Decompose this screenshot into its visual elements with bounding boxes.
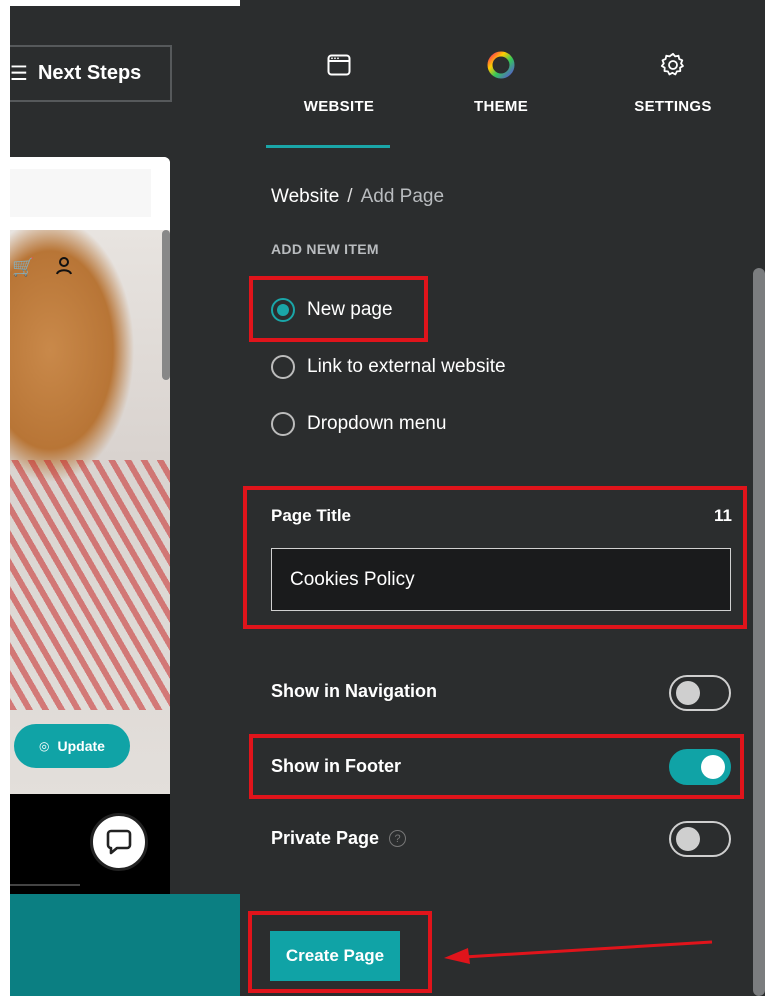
chat-button[interactable] [90, 813, 148, 871]
cart-icon[interactable]: 🛒 [12, 257, 34, 287]
option-dropdown-menu[interactable]: Dropdown menu [271, 412, 446, 436]
tab-theme[interactable]: THEME [426, 0, 576, 150]
option-new-page-label: New page [307, 299, 393, 320]
site-preview[interactable]: 🛒 ◎ Update [10, 157, 170, 797]
gear-icon [660, 50, 686, 80]
option-new-page[interactable]: New page [271, 298, 393, 322]
private-page-label: Private Page [271, 828, 380, 848]
radio-button[interactable] [271, 412, 295, 436]
option-dropdown-menu-label: Dropdown menu [307, 413, 447, 434]
page-title-char-count: 11 [714, 506, 732, 525]
editor-preview-area: ☰ Next Steps 🛒 ◎ Update [10, 6, 240, 996]
color-wheel-icon [486, 50, 516, 80]
tab-website[interactable]: WEBSITE [264, 0, 414, 150]
radio-button-selected[interactable] [271, 298, 295, 322]
tab-theme-label: THEME [474, 98, 528, 115]
show-in-navigation-toggle[interactable] [669, 675, 731, 711]
user-icon[interactable] [56, 257, 73, 287]
breadcrumb-current: Add Page [360, 186, 445, 207]
radio-button[interactable] [271, 355, 295, 379]
add-new-item-heading: ADD NEW ITEM [271, 241, 379, 257]
page-title-input[interactable] [271, 548, 731, 611]
preview-nav-icons: 🛒 [10, 257, 170, 287]
tab-settings[interactable]: SETTINGS [598, 0, 748, 150]
show-in-footer-label: Show in Footer [271, 756, 401, 776]
help-icon[interactable]: ? [389, 830, 407, 847]
browser-window-icon [327, 50, 351, 80]
preview-url-bar [10, 169, 151, 217]
breadcrumb-separator: / [347, 186, 353, 207]
footer-divider [10, 884, 80, 886]
private-page-toggle[interactable] [669, 821, 731, 857]
create-page-button[interactable]: Create Page [270, 931, 400, 981]
show-in-footer-toggle[interactable] [669, 749, 731, 785]
show-in-navigation-label: Show in Navigation [271, 681, 438, 701]
update-label: Update [57, 738, 105, 754]
preview-teal-section [10, 894, 240, 996]
breadcrumb: Website / Add Page [271, 186, 444, 208]
breadcrumb-website[interactable]: Website [271, 186, 339, 207]
tab-settings-label: SETTINGS [634, 98, 712, 115]
private-page-row: Private Page ? [271, 828, 407, 849]
list-icon: ☰ [10, 63, 28, 85]
panel-scrollbar[interactable] [753, 268, 765, 996]
camera-icon: ◎ [39, 739, 50, 753]
page-title-label: Page Title [271, 506, 351, 525]
next-steps-button[interactable]: ☰ Next Steps [10, 45, 172, 102]
add-page-panel: WEBSITE THEME SETTINGS Website / Add Pag… [240, 0, 765, 996]
hero-image [10, 230, 170, 797]
option-external-link-label: Link to external website [307, 356, 506, 377]
chat-bubble-icon [106, 829, 132, 855]
tab-website-label: WEBSITE [303, 98, 375, 115]
preview-scrollbar[interactable] [162, 230, 170, 380]
next-steps-label: Next Steps [37, 62, 142, 84]
update-image-button[interactable]: ◎ Update [14, 724, 130, 768]
active-tab-indicator [266, 145, 390, 148]
option-external-link[interactable]: Link to external website [271, 355, 506, 379]
preview-header [10, 157, 170, 230]
panel-tabs: WEBSITE THEME SETTINGS [240, 0, 765, 150]
